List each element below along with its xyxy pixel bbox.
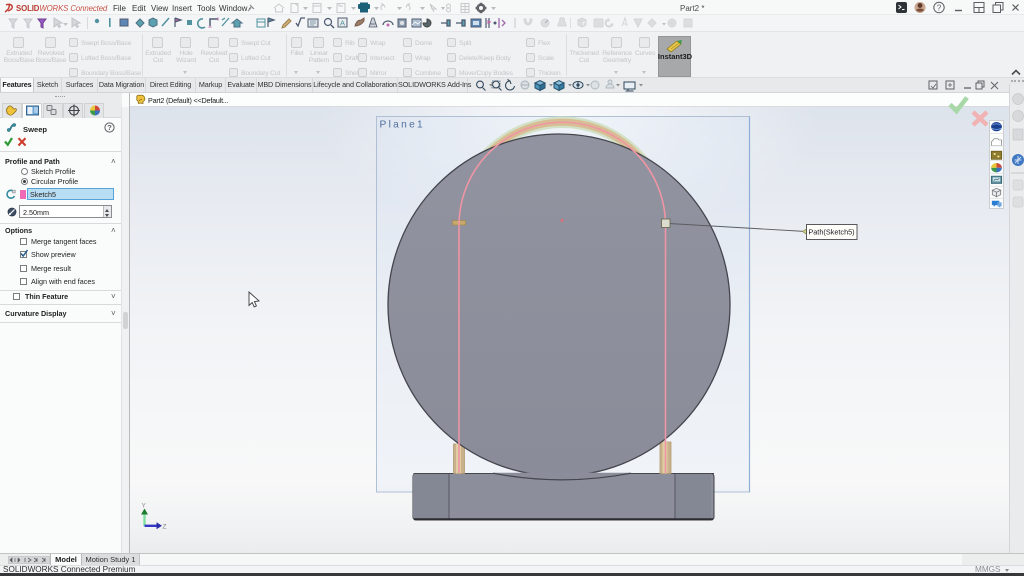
- svg-text:A: A: [340, 19, 345, 28]
- svg-text:Z: Z: [163, 524, 167, 531]
- svg-text:Plane1: Plane1: [380, 120, 426, 131]
- svg-text:Y: Y: [142, 503, 147, 510]
- svg-text:?: ?: [107, 123, 112, 132]
- svg-text:Path(Sketch5): Path(Sketch5): [808, 228, 854, 237]
- svg-text:?: ?: [937, 3, 942, 12]
